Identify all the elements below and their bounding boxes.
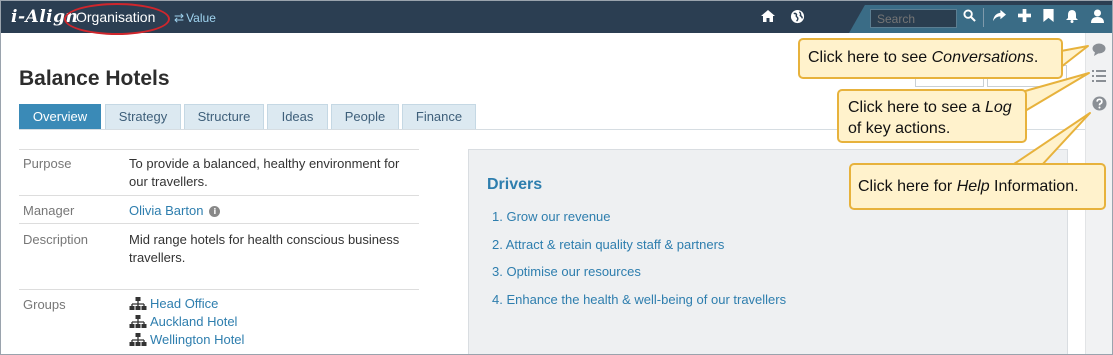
home-icon[interactable] [759, 9, 777, 25]
info-icon[interactable]: i [209, 206, 221, 217]
bookmark-icon[interactable] [1039, 9, 1057, 25]
log-icon[interactable] [1091, 70, 1107, 86]
app-window: i-Align Organisation ⇄ Value Search Bala… [0, 0, 1113, 355]
group-link[interactable]: Auckland Hotel [129, 314, 237, 329]
group-link[interactable]: Wellington Hotel [129, 332, 244, 347]
toolbar-divider [983, 8, 984, 27]
groups-label: Groups [23, 297, 66, 312]
page-title: Balance Hotels [19, 67, 170, 90]
switch-value-link[interactable]: ⇄ Value [174, 11, 216, 25]
swap-icon: ⇄ [174, 11, 185, 25]
tab-strategy[interactable]: Strategy [105, 104, 181, 130]
org-chart-icon [129, 315, 147, 328]
callout-text: Click here for [858, 178, 957, 195]
driver-link[interactable]: 1. Grow our revenue [492, 209, 611, 224]
callout-text: Click here to see a [848, 99, 985, 116]
callout-text: of key actions. [848, 120, 951, 137]
row-divider [19, 223, 419, 224]
search-icon[interactable] [960, 9, 978, 25]
section-label[interactable]: Organisation [76, 9, 155, 25]
search-input[interactable] [870, 9, 957, 28]
purpose-value: To provide a balanced, healthy environme… [129, 156, 400, 189]
row-divider [19, 289, 419, 290]
description-label: Description [23, 232, 89, 247]
share-icon[interactable] [990, 9, 1008, 25]
org-chart-icon [129, 297, 147, 310]
help-callout: Click here for Help Information. [849, 163, 1106, 210]
manager-field: Olivia Barton i [129, 202, 414, 220]
bell-icon[interactable] [1063, 9, 1081, 25]
driver-link[interactable]: 4. Enhance the health & well-being of ou… [492, 292, 786, 307]
row-divider [19, 195, 419, 196]
conversations-callout: Click here to see Conversations. [798, 38, 1063, 79]
callout-text: . [1033, 49, 1039, 66]
tab-overview[interactable]: Overview [19, 104, 101, 130]
tab-people[interactable]: People [331, 104, 399, 130]
driver-link[interactable]: 2. Attract & retain quality staff & part… [492, 237, 724, 252]
callout-emphasis: Log [984, 99, 1012, 116]
purpose-label: Purpose [23, 156, 72, 171]
tab-finance[interactable]: Finance [402, 104, 476, 130]
callout-emphasis: Help [956, 178, 990, 195]
org-chart-icon [129, 333, 147, 346]
group-name: Head Office [150, 296, 219, 311]
group-name: Auckland Hotel [150, 314, 238, 329]
top-bar: i-Align Organisation ⇄ Value [1, 1, 1112, 35]
tab-structure[interactable]: Structure [184, 104, 264, 130]
manager-link[interactable]: Olivia Barton [129, 203, 203, 218]
help-icon[interactable] [1091, 96, 1107, 112]
drivers-heading: Drivers [487, 176, 543, 193]
manager-label: Manager [23, 203, 75, 218]
callout-emphasis: Conversations [931, 49, 1034, 66]
callout-text: Information. [989, 178, 1079, 195]
switch-value-label: Value [186, 11, 216, 25]
conversations-icon[interactable] [1091, 43, 1107, 59]
plus-icon[interactable] [1015, 9, 1033, 25]
tab-ideas[interactable]: Ideas [267, 104, 328, 130]
driver-link[interactable]: 3. Optimise our resources [492, 264, 641, 279]
group-link[interactable]: Head Office [129, 296, 218, 311]
row-divider [19, 149, 419, 150]
log-callout: Click here to see a Log of key actions. [837, 89, 1027, 143]
description-value: Mid range hotels for health conscious bu… [129, 232, 400, 265]
callout-text: Click here to see [808, 49, 932, 66]
group-name: Wellington Hotel [150, 332, 245, 347]
globe-icon[interactable] [788, 9, 806, 25]
user-icon[interactable] [1088, 9, 1106, 25]
